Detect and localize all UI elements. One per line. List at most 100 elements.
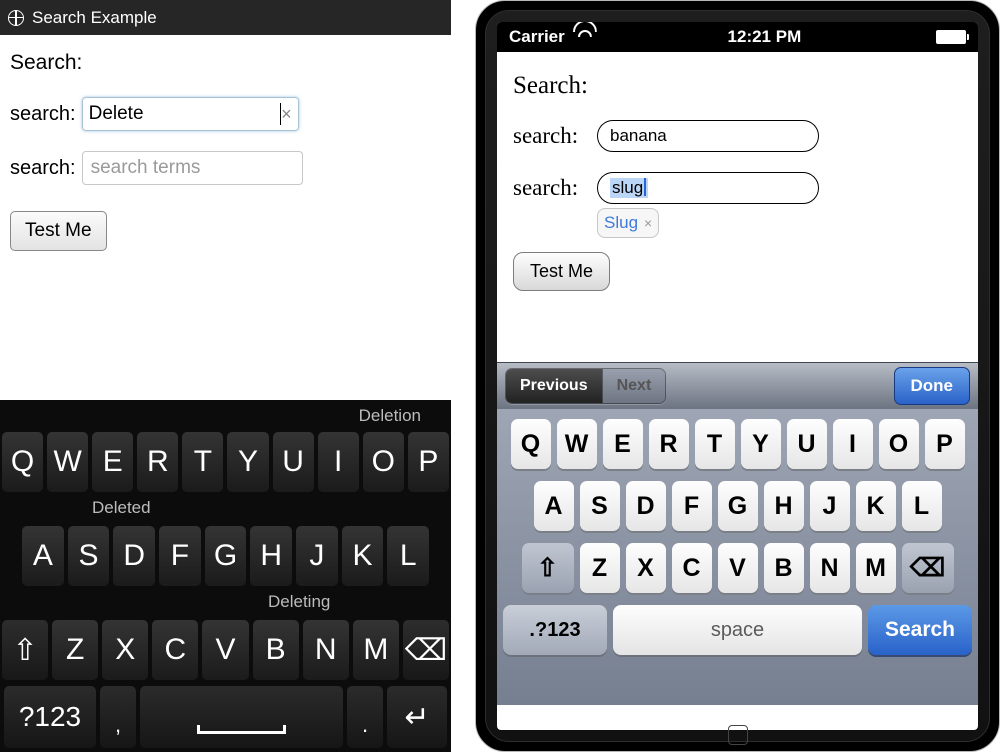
kb-row-3: ⇧ Z X C V B N M ⌫	[0, 618, 451, 682]
ios-search-row-2: search: slug Slug ×	[513, 172, 962, 204]
key-y[interactable]: Y	[227, 432, 268, 492]
key-backspace[interactable]: ⌫	[902, 543, 954, 593]
key-j[interactable]: J	[296, 526, 338, 586]
key-n[interactable]: N	[303, 620, 349, 680]
key-c[interactable]: C	[672, 543, 712, 593]
key-d[interactable]: D	[113, 526, 155, 586]
previous-button[interactable]: Previous	[506, 369, 602, 403]
key-s[interactable]: S	[580, 481, 620, 531]
key-a[interactable]: A	[534, 481, 574, 531]
bb-title: Search Example	[32, 8, 157, 28]
key-t[interactable]: T	[182, 432, 223, 492]
key-m[interactable]: M	[353, 620, 399, 680]
key-b[interactable]: B	[764, 543, 804, 593]
key-search[interactable]: Search	[868, 605, 972, 655]
key-o[interactable]: O	[363, 432, 404, 492]
search-input-2[interactable]: search terms	[82, 151, 303, 185]
suggestion-deleted[interactable]: Deleted	[92, 498, 151, 518]
key-c[interactable]: C	[152, 620, 198, 680]
ios-search-row-1: search: banana	[513, 120, 962, 152]
key-k[interactable]: K	[856, 481, 896, 531]
home-button-icon[interactable]	[728, 725, 748, 745]
bb-device: Search Example Search: search: Delete × …	[0, 0, 451, 752]
key-f[interactable]: F	[672, 481, 712, 531]
key-shift[interactable]: ⇧	[2, 620, 48, 680]
key-r[interactable]: R	[649, 419, 689, 469]
form-accessory-bar: Previous Next Done	[497, 362, 978, 409]
search-input-1[interactable]: banana	[597, 120, 819, 152]
search-input-2-value: slug	[610, 178, 648, 198]
clear-icon[interactable]: ×	[281, 104, 292, 125]
key-enter[interactable]: ↵	[387, 686, 447, 748]
key-r[interactable]: R	[137, 432, 178, 492]
key-l[interactable]: L	[387, 526, 429, 586]
ipad-device: Carrier 12:21 PM Search: search: banana …	[475, 0, 1000, 752]
key-numeric[interactable]: ?123	[4, 686, 96, 748]
key-k[interactable]: K	[342, 526, 384, 586]
key-p[interactable]: P	[925, 419, 965, 469]
key-m[interactable]: M	[856, 543, 896, 593]
key-shift[interactable]: ⇧	[522, 543, 574, 593]
next-button[interactable]: Next	[602, 369, 666, 403]
search-label-1: search:	[10, 103, 76, 126]
key-h[interactable]: H	[250, 526, 292, 586]
key-d[interactable]: D	[626, 481, 666, 531]
kb-row-1: Q W E R T Y U I O P	[0, 430, 451, 494]
search-input-2[interactable]: slug	[597, 172, 819, 204]
key-z[interactable]: Z	[52, 620, 98, 680]
suggestion-bar-1: Deletion	[0, 400, 451, 430]
key-y[interactable]: Y	[741, 419, 781, 469]
wifi-icon	[573, 30, 593, 44]
key-i[interactable]: I	[318, 432, 359, 492]
key-b[interactable]: B	[253, 620, 299, 680]
search-label-2: search:	[10, 157, 76, 180]
autocomplete-suggestion[interactable]: Slug ×	[597, 208, 659, 238]
key-j[interactable]: J	[810, 481, 850, 531]
test-me-button[interactable]: Test Me	[10, 211, 107, 251]
key-n[interactable]: N	[810, 543, 850, 593]
key-g[interactable]: G	[205, 526, 247, 586]
key-a[interactable]: A	[22, 526, 64, 586]
key-period[interactable]: .	[347, 686, 383, 748]
key-w[interactable]: W	[557, 419, 597, 469]
status-left: Carrier	[509, 27, 593, 47]
key-q[interactable]: Q	[511, 419, 551, 469]
key-q[interactable]: Q	[2, 432, 43, 492]
suggestion-deletion[interactable]: Deletion	[359, 406, 421, 426]
search-input-1-value: banana	[610, 126, 667, 146]
done-button[interactable]: Done	[894, 367, 971, 405]
key-v[interactable]: V	[718, 543, 758, 593]
bb-keyboard: Deletion Q W E R T Y U I O P Deleted A S…	[0, 400, 451, 752]
key-z[interactable]: Z	[580, 543, 620, 593]
key-e[interactable]: E	[603, 419, 643, 469]
key-numeric[interactable]: .?123	[503, 605, 607, 655]
close-icon[interactable]: ×	[644, 215, 652, 231]
key-x[interactable]: X	[626, 543, 666, 593]
key-o[interactable]: O	[879, 419, 919, 469]
key-g[interactable]: G	[718, 481, 758, 531]
key-u[interactable]: U	[273, 432, 314, 492]
key-space[interactable]: space	[613, 605, 862, 655]
key-t[interactable]: T	[695, 419, 735, 469]
key-h[interactable]: H	[764, 481, 804, 531]
search-input-1[interactable]: Delete ×	[82, 97, 299, 131]
key-p[interactable]: P	[408, 432, 449, 492]
search-input-1-value: Delete	[89, 103, 279, 125]
key-v[interactable]: V	[202, 620, 248, 680]
key-backspace[interactable]: ⌫	[403, 620, 449, 680]
key-l[interactable]: L	[902, 481, 942, 531]
page-title: Search:	[10, 51, 441, 75]
test-me-button[interactable]: Test Me	[513, 252, 610, 291]
key-i[interactable]: I	[833, 419, 873, 469]
key-comma[interactable]: ,	[100, 686, 136, 748]
key-w[interactable]: W	[47, 432, 88, 492]
key-u[interactable]: U	[787, 419, 827, 469]
globe-icon	[8, 10, 24, 26]
key-x[interactable]: X	[102, 620, 148, 680]
key-space[interactable]	[140, 686, 343, 748]
key-s[interactable]: S	[68, 526, 110, 586]
key-e[interactable]: E	[92, 432, 133, 492]
key-f[interactable]: F	[159, 526, 201, 586]
bb-search-row-1: search: Delete ×	[10, 97, 441, 131]
suggestion-deleting[interactable]: Deleting	[268, 592, 330, 612]
